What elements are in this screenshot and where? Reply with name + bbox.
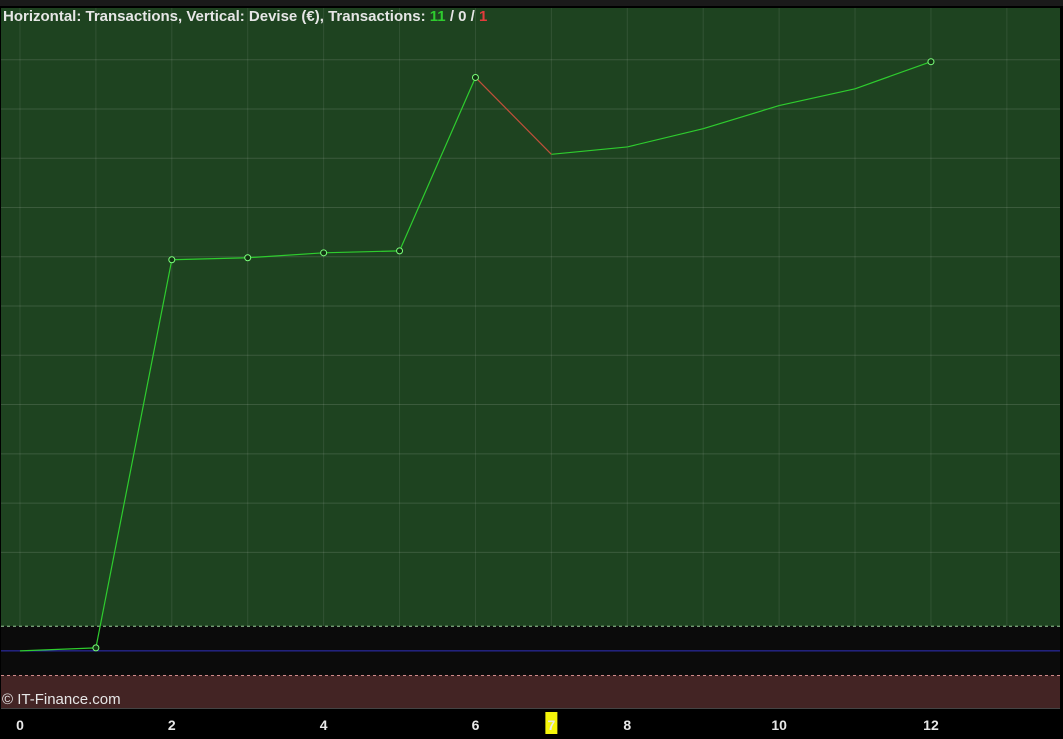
header-prefix: Horizontal: Transactions, Vertical: Devi… xyxy=(3,8,430,25)
series-point xyxy=(927,58,935,66)
loss-zone xyxy=(1,675,1060,708)
x-tick-label: 7 xyxy=(547,717,555,733)
zones xyxy=(1,8,1060,709)
header-sep-1: / xyxy=(445,8,459,25)
copyright-watermark: © IT-Finance.com xyxy=(2,691,121,708)
x-tick-label: 2 xyxy=(168,717,176,733)
header-sep-2: / xyxy=(466,8,480,25)
x-axis-ticks: 0 2 4 6 7 8 10 12 xyxy=(16,712,939,734)
x-tick-label: 10 xyxy=(771,717,787,733)
profit-zone xyxy=(1,8,1060,627)
x-tick-label: 6 xyxy=(472,717,480,733)
series-point xyxy=(244,254,252,262)
series-point xyxy=(471,73,479,81)
series-point xyxy=(396,247,404,255)
neutral-count: 0 xyxy=(458,8,467,25)
losses-count: 1 xyxy=(479,8,488,25)
equity-curve-chart: 0 2 4 6 7 8 10 12 xyxy=(1,8,1060,734)
x-tick-label: 8 xyxy=(623,717,631,733)
wins-count: 11 xyxy=(429,8,446,25)
series-point xyxy=(320,249,328,257)
series-point xyxy=(168,256,176,264)
x-tick-label: 0 xyxy=(16,717,24,733)
x-tick-label: 4 xyxy=(320,717,328,733)
chart-header: Horizontal: Transactions, Vertical: Devi… xyxy=(3,8,487,25)
x-tick-label: 12 xyxy=(923,717,939,733)
series-point xyxy=(92,644,100,652)
